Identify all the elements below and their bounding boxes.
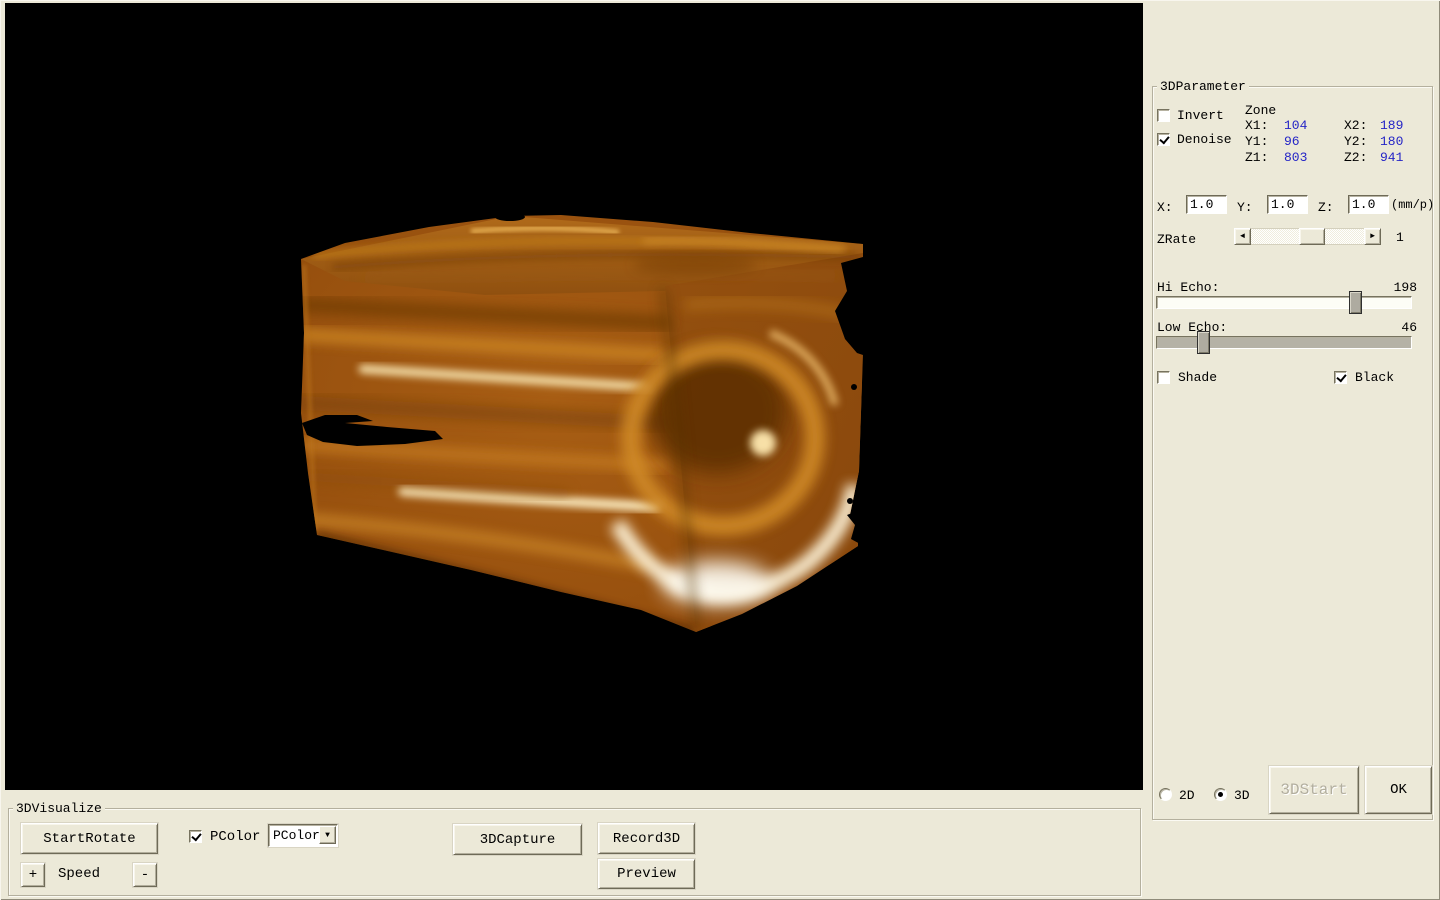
- zone-z2-label: Z2:: [1344, 151, 1367, 165]
- volume-render: [5, 3, 1143, 790]
- invert-checkbox[interactable]: [1157, 109, 1170, 122]
- zone-y2-value: 180: [1380, 135, 1403, 149]
- zone-z1-label: Z1:: [1245, 151, 1268, 165]
- record3d-button[interactable]: Record3D: [598, 823, 695, 854]
- zrate-label: ZRate: [1157, 233, 1196, 247]
- zone-title: Zone: [1245, 104, 1276, 118]
- zone-x1-value: 104: [1284, 119, 1307, 133]
- zone-y2-label: Y2:: [1344, 135, 1367, 149]
- start-rotate-button[interactable]: StartRotate: [21, 823, 158, 854]
- hi-echo-slider-thumb[interactable]: [1349, 291, 1362, 314]
- parameter-title: 3DParameter: [1157, 79, 1249, 94]
- zrate-value: 1: [1396, 231, 1404, 245]
- zrate-scroll-right-icon[interactable]: ►: [1364, 228, 1381, 245]
- mode-3d-radio[interactable]: [1214, 788, 1227, 801]
- low-echo-value: 46: [1401, 321, 1417, 335]
- zone-z2-value: 941: [1380, 151, 1403, 165]
- visualize-title: 3DVisualize: [13, 801, 105, 816]
- 3dstart-button[interactable]: 3DStart: [1269, 766, 1359, 814]
- zrate-scrollbar[interactable]: ◄ ►: [1234, 228, 1381, 245]
- visualize-groupbox: 3DVisualize StartRotate + Speed - PColor…: [8, 808, 1141, 896]
- low-echo-label: Low Echo:: [1157, 321, 1227, 335]
- denoise-label: Denoise: [1177, 133, 1232, 147]
- hi-echo-label: Hi Echo:: [1157, 281, 1219, 295]
- low-echo-slider[interactable]: [1156, 336, 1412, 349]
- hi-echo-slider[interactable]: [1156, 296, 1412, 309]
- low-echo-slider-thumb[interactable]: [1197, 331, 1210, 354]
- zone-x2-label: X2:: [1344, 119, 1367, 133]
- pcolor-combobox-value: PColor: [273, 828, 320, 843]
- black-label: Black: [1355, 371, 1394, 385]
- scale-unit-label: (mm/p): [1391, 198, 1434, 212]
- zrate-scroll-thumb[interactable]: [1299, 228, 1325, 245]
- scale-z-label: Z:: [1318, 201, 1334, 215]
- pcolor-checkbox[interactable]: [189, 830, 202, 843]
- speed-label: Speed: [58, 867, 100, 881]
- zone-y1-value: 96: [1284, 135, 1300, 149]
- ok-button[interactable]: OK: [1365, 766, 1432, 814]
- speed-minus-button[interactable]: -: [133, 863, 157, 887]
- pcolor-combobox[interactable]: PColor ▼: [268, 824, 338, 847]
- parameter-groupbox: 3DParameter Invert Denoise Zone X1: 104 …: [1152, 86, 1433, 820]
- denoise-checkbox[interactable]: [1157, 133, 1170, 146]
- speed-plus-button[interactable]: +: [21, 863, 45, 887]
- mode-2d-radio[interactable]: [1159, 788, 1172, 801]
- mode-2d-label: 2D: [1179, 789, 1195, 803]
- scale-x-input[interactable]: [1186, 195, 1227, 214]
- zone-y1-label: Y1:: [1245, 135, 1268, 149]
- hi-echo-value: 198: [1394, 281, 1417, 295]
- zone-x2-value: 189: [1380, 119, 1403, 133]
- black-checkbox[interactable]: [1334, 371, 1347, 384]
- pcolor-combobox-arrow-icon[interactable]: ▼: [319, 826, 336, 844]
- scale-z-input[interactable]: [1348, 195, 1389, 214]
- 3dcapture-button[interactable]: 3DCapture: [453, 824, 582, 855]
- zone-z1-value: 803: [1284, 151, 1307, 165]
- scale-y-label: Y:: [1237, 201, 1253, 215]
- render-viewport[interactable]: [5, 3, 1143, 790]
- zone-x1-label: X1:: [1245, 119, 1268, 133]
- zrate-scroll-left-icon[interactable]: ◄: [1234, 228, 1251, 245]
- mode-3d-label: 3D: [1234, 789, 1250, 803]
- preview-button[interactable]: Preview: [598, 859, 695, 889]
- scale-x-label: X:: [1157, 201, 1173, 215]
- scale-y-input[interactable]: [1267, 195, 1308, 214]
- shade-checkbox[interactable]: [1157, 371, 1170, 384]
- invert-label: Invert: [1177, 109, 1224, 123]
- shade-label: Shade: [1178, 371, 1217, 385]
- pcolor-label: PColor: [210, 830, 260, 844]
